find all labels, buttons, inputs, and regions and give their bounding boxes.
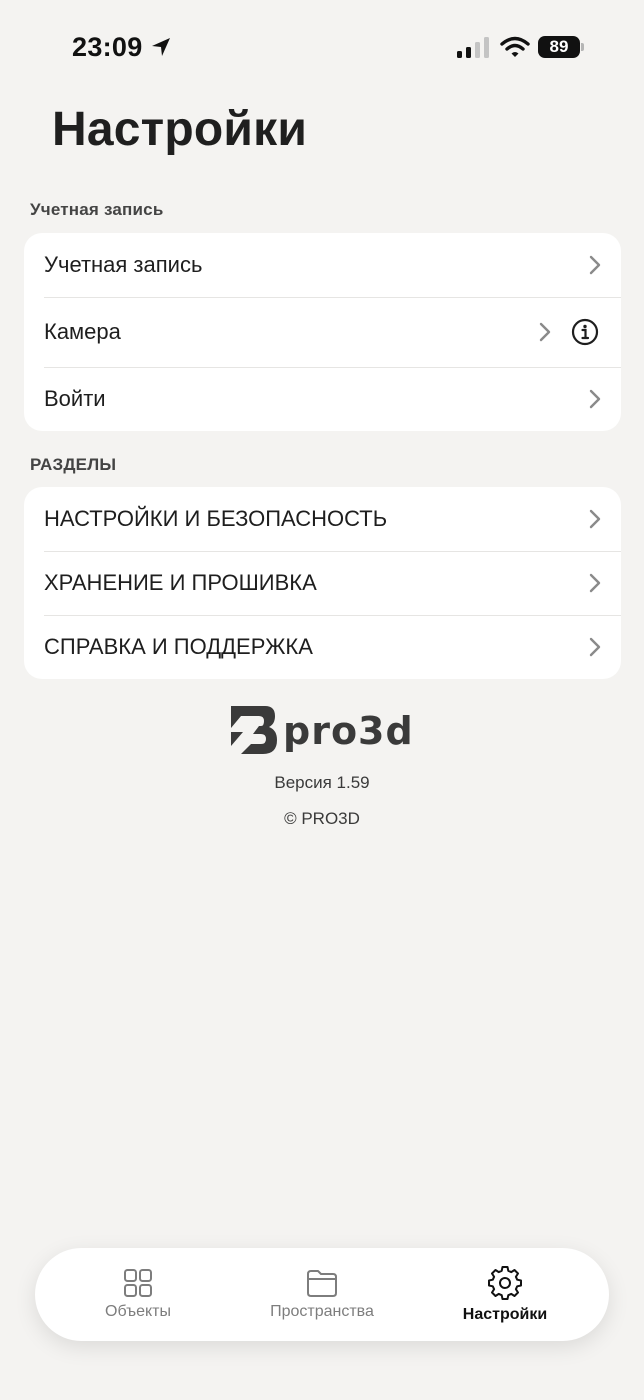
tab-bar: Объекты Пространства Настройки (35, 1248, 609, 1341)
tab-spaces[interactable]: Пространства (232, 1248, 412, 1341)
info-icon[interactable] (571, 318, 599, 346)
storage-firmware-row-label: ХРАНЕНИЕ И ПРОШИВКА (44, 570, 317, 595)
battery-cap (581, 43, 584, 51)
tab-settings-label: Настройки (462, 1306, 548, 1323)
version-text: Версия 1.59 (274, 773, 370, 792)
help-support-row[interactable]: СПРАВКА И ПОДДЕРЖКА (24, 615, 621, 679)
tab-objects-label: Объекты (105, 1303, 171, 1320)
sections-card: НАСТРОЙКИ И БЕЗОПАСНОСТЬ ХРАНЕНИЕ И ПРОШ… (24, 487, 621, 679)
sections-section-header: РАЗДЕЛЫ (30, 455, 117, 474)
grid-icon (124, 1269, 152, 1297)
pro3d-logo-icon: pro3d (231, 706, 414, 754)
location-arrow-icon (152, 38, 170, 56)
chevron-right-icon (589, 255, 601, 275)
login-row-label: Войти (44, 386, 106, 411)
chevron-right-icon (589, 389, 601, 409)
page-title: Настройки (52, 103, 308, 156)
camera-row[interactable]: Камера (24, 297, 621, 367)
cellular-signal-icon (457, 37, 489, 58)
tab-spaces-label: Пространства (270, 1303, 374, 1320)
battery-indicator: 89 (538, 36, 580, 58)
folder-icon (307, 1270, 337, 1297)
copyright-text: © PRO3D (284, 809, 360, 828)
settings-security-row-label: НАСТРОЙКИ И БЕЗОПАСНОСТЬ (44, 506, 388, 531)
account-card: Учетная запись Камера Войти (24, 233, 621, 431)
status-time: 23:09 (72, 32, 143, 62)
account-row-label: Учетная запись (44, 252, 203, 277)
settings-screen: 23:09 89 Настройки Учетная запись Учетна… (0, 0, 644, 1400)
login-row[interactable]: Войти (24, 367, 621, 431)
gear-icon (488, 1266, 522, 1300)
chevron-right-icon (589, 573, 601, 593)
status-bar: 23:09 89 (0, 0, 644, 96)
help-support-row-label: СПРАВКА И ПОДДЕРЖКА (44, 634, 313, 659)
chevron-right-icon (589, 637, 601, 657)
chevron-right-icon (589, 509, 601, 529)
wifi-icon (500, 36, 530, 57)
settings-security-row[interactable]: НАСТРОЙКИ И БЕЗОПАСНОСТЬ (24, 487, 621, 551)
tab-settings[interactable]: Настройки (415, 1248, 595, 1341)
camera-row-label: Камера (44, 319, 121, 344)
svg-text:pro3d: pro3d (283, 709, 414, 753)
account-row[interactable]: Учетная запись (24, 233, 621, 297)
tab-objects[interactable]: Объекты (48, 1248, 228, 1341)
storage-firmware-row[interactable]: ХРАНЕНИЕ И ПРОШИВКА (24, 551, 621, 615)
chevron-right-icon (539, 322, 551, 342)
account-section-header: Учетная запись (30, 200, 164, 219)
